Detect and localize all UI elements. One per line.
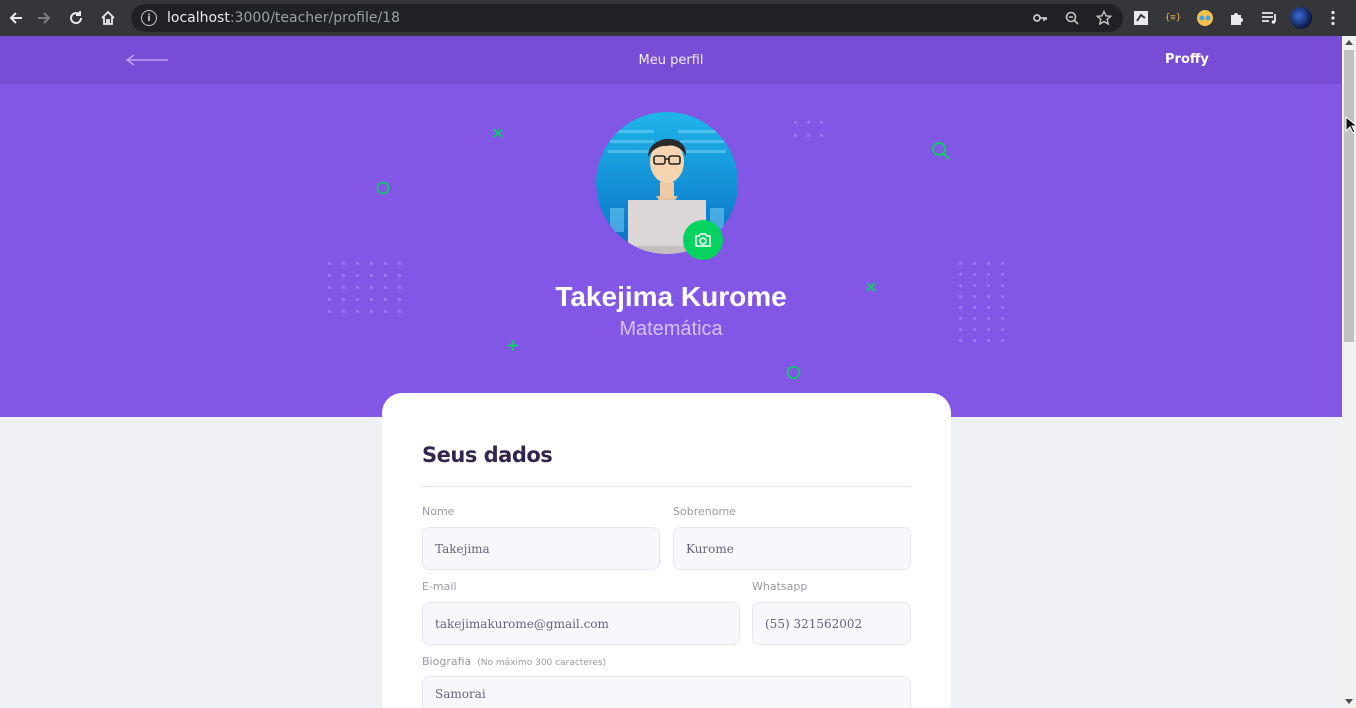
circle-decoration-icon: [376, 181, 390, 200]
first-name-label: Nome: [422, 505, 455, 518]
email-label: E-mail: [422, 580, 457, 593]
puzzle-icon[interactable]: [1226, 7, 1248, 29]
page-viewport: Meu perfil Proffy Takejima Kurome Matemá…: [0, 36, 1342, 708]
star-icon[interactable]: [1095, 9, 1113, 27]
section-divider: [422, 486, 911, 487]
form-section-title: Seus dados: [422, 443, 553, 467]
top-bar: Meu perfil Proffy: [0, 36, 1342, 84]
scroll-down-arrow-icon[interactable]: [1345, 699, 1353, 704]
plus-decoration-icon: [506, 339, 519, 357]
last-name-input[interactable]: Kurome: [673, 527, 911, 570]
profile-name: Takejima Kurome: [555, 281, 787, 312]
bio-hint: (No máximo 300 caracteres): [477, 658, 607, 668]
page-title: Meu perfil: [638, 53, 704, 68]
mouse-cursor-icon: [1345, 115, 1356, 139]
bio-textarea[interactable]: Samorai: [422, 676, 911, 708]
profile-subject: Matemática: [619, 318, 723, 340]
circle-decoration-icon: [786, 365, 801, 385]
brand-logo: Proffy: [1165, 52, 1209, 67]
bio-label-text: Biografia: [422, 655, 472, 668]
profile-avatar-container: [596, 112, 738, 260]
json-extension-icon[interactable]: {≡}: [1162, 7, 1184, 29]
address-bar[interactable]: i localhost:3000/teacher/profile/18: [131, 4, 1123, 32]
dot-grid-decoration: [794, 121, 823, 137]
profile-form-card: Seus dados Nome Takejima Sobrenome Kurom…: [382, 393, 951, 708]
change-photo-button[interactable]: [683, 220, 723, 260]
media-icon[interactable]: [1258, 7, 1280, 29]
scroll-up-arrow-icon[interactable]: [1345, 40, 1353, 45]
profile-hero: Takejima Kurome Matemática: [0, 84, 1342, 417]
whatsapp-input[interactable]: (55) 321562002: [752, 602, 911, 645]
glasses-extension-icon[interactable]: [1194, 7, 1216, 29]
extension-icon[interactable]: [1130, 7, 1152, 29]
browser-toolbar: i localhost:3000/teacher/profile/18 {≡}: [0, 0, 1356, 36]
last-name-label: Sobrenome: [673, 505, 736, 518]
camera-icon: [695, 233, 711, 247]
reload-icon[interactable]: [60, 2, 92, 34]
whatsapp-label: Whatsapp: [752, 580, 808, 593]
forward-icon[interactable]: [28, 2, 60, 34]
bio-label: Biografia (No máximo 300 caracteres): [422, 655, 606, 668]
menu-icon[interactable]: [1322, 7, 1344, 29]
email-input[interactable]: takejimakurome@gmail.com: [422, 602, 740, 645]
key-icon[interactable]: [1031, 9, 1049, 27]
x-decoration-icon: [492, 126, 504, 144]
info-icon[interactable]: i: [141, 10, 157, 26]
home-icon[interactable]: [92, 2, 124, 34]
profile-avatar[interactable]: [1290, 7, 1312, 29]
search-decoration-icon: [931, 141, 951, 166]
zoom-icon[interactable]: [1063, 9, 1081, 27]
url-text: localhost:3000/teacher/profile/18: [167, 10, 400, 26]
first-name-input[interactable]: Takejima: [422, 527, 660, 570]
scroll-thumb[interactable]: [1344, 50, 1354, 342]
